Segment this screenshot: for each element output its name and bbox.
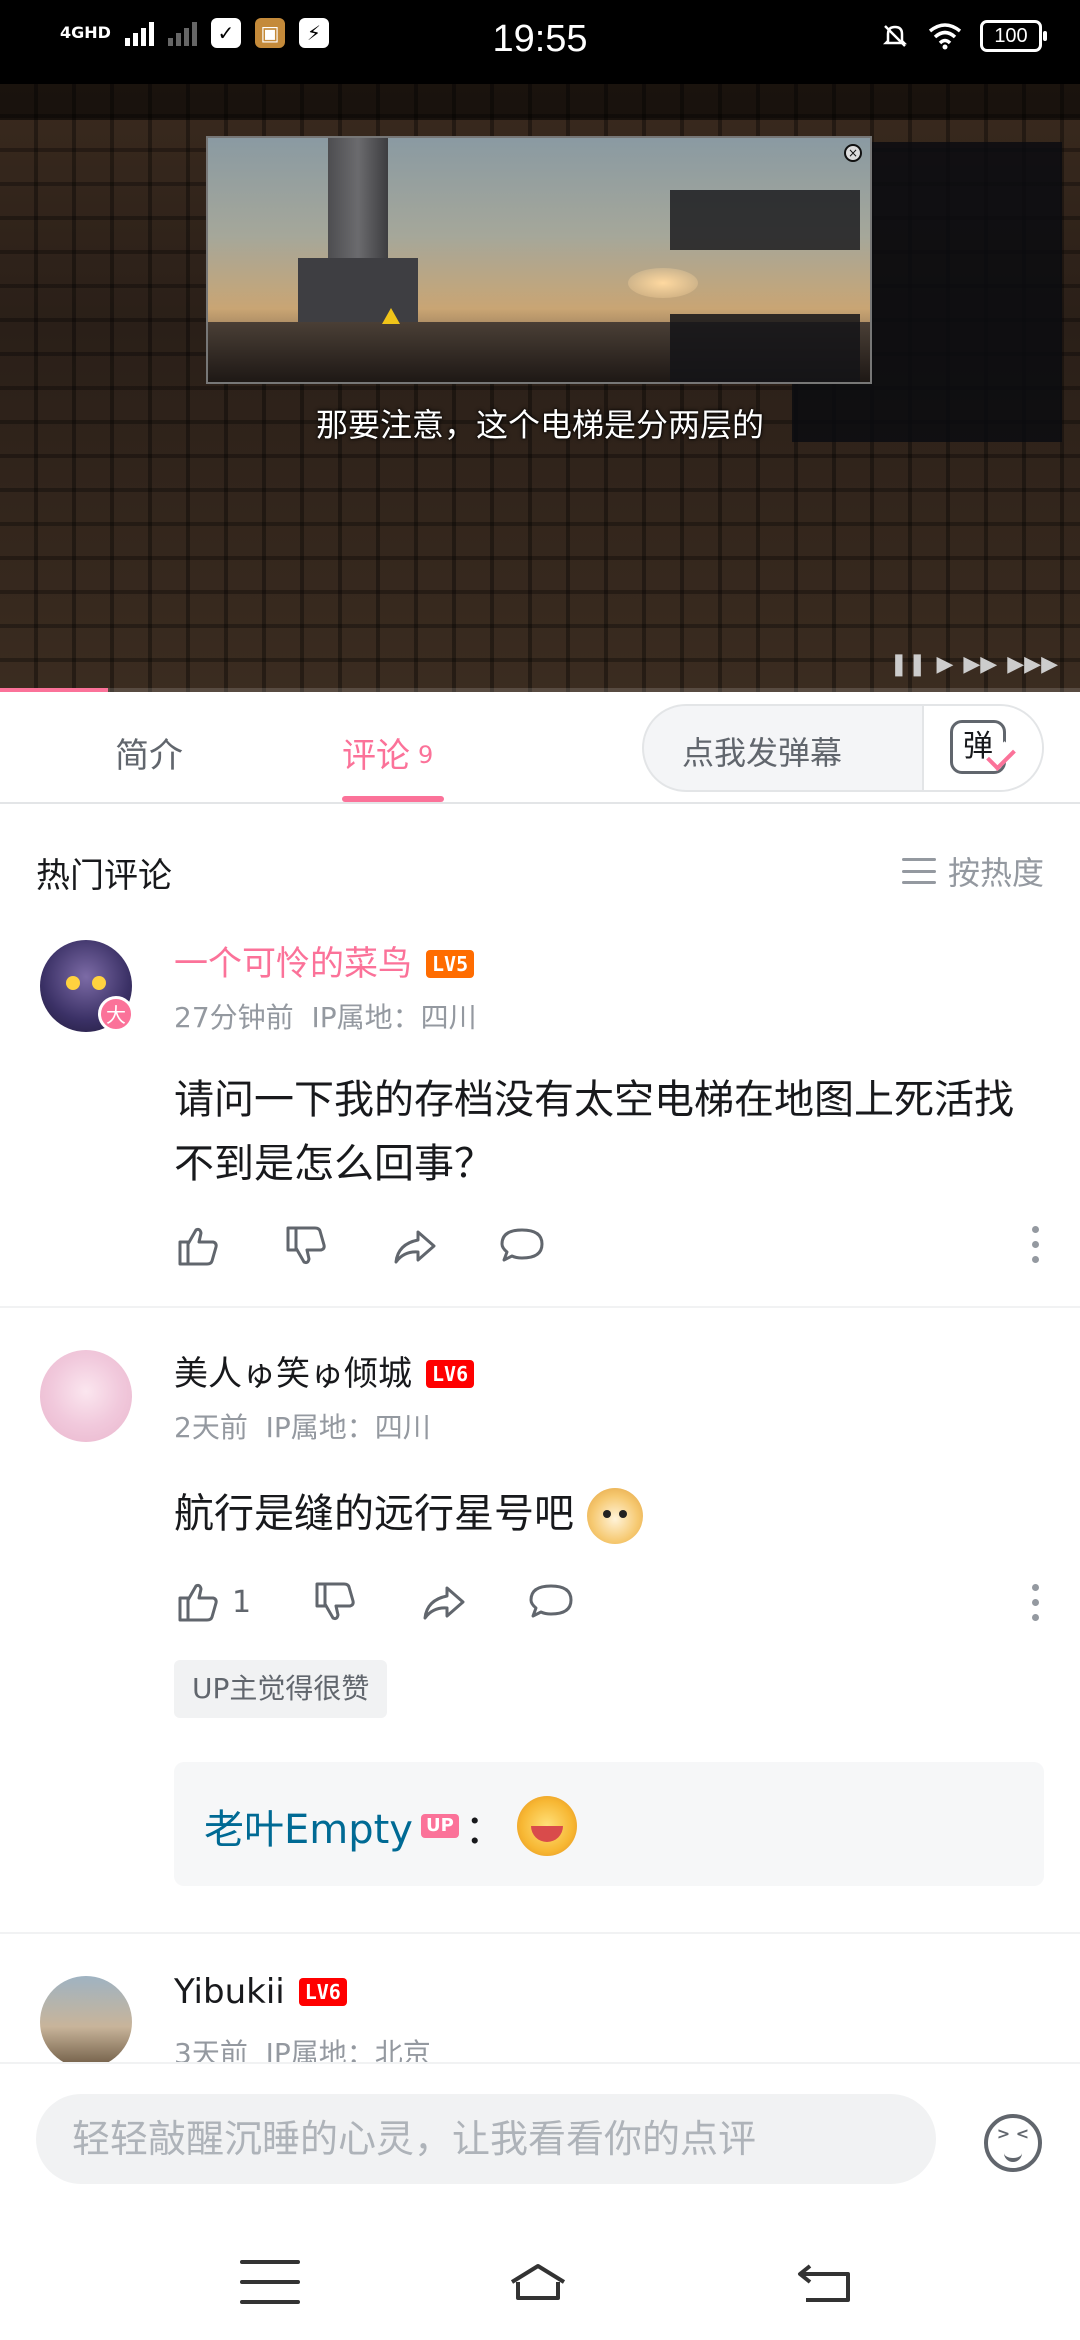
comment-bubble-icon xyxy=(500,1228,544,1262)
emoji-face-icon[interactable] xyxy=(984,2114,1042,2172)
comment-time: 3天前 xyxy=(174,2037,248,2062)
divider xyxy=(0,1932,1080,1934)
reply-username[interactable]: 老叶Empty xyxy=(204,1797,413,1855)
video-subtitle: 那要注意，这个电梯是分两层的 xyxy=(315,406,764,444)
comment-bubble-icon xyxy=(529,1584,573,1618)
sort-label: 按热度 xyxy=(947,854,1044,892)
more-options-icon[interactable] xyxy=(1032,1226,1040,1263)
thumbs-up-icon xyxy=(178,1227,218,1266)
comment-actions: 1 xyxy=(174,1578,635,1626)
level-badge: LV5 xyxy=(426,950,475,978)
level-badge: LV6 xyxy=(298,1978,347,2006)
comment-meta: 2天前 IP属地：四川 xyxy=(174,1406,431,1446)
sort-button[interactable]: 按热度 xyxy=(901,848,1044,894)
comment-username[interactable]: 一个可怜的菜鸟 LV5 xyxy=(174,936,475,985)
up-badge: UP xyxy=(420,1814,459,1838)
wifi-icon xyxy=(928,23,962,50)
comment-text-body: 航行是缝的远行星号吧 xyxy=(174,1491,574,1537)
tab-comments-label: 评论 xyxy=(342,736,410,776)
sunset-glow xyxy=(628,268,698,298)
video-player[interactable]: × 那要注意，这个电梯是分两层的 ❚❚ ▶ ▶▶ ▶▶▶ xyxy=(0,84,1080,692)
reply-preview[interactable]: 老叶Empty UP ： xyxy=(174,1762,1044,1886)
username-text: Yibukii xyxy=(174,1972,285,2012)
status-bar: 4GHD ✓ ▣ ⚡ 19:55 100 xyxy=(0,0,1080,84)
tab-intro[interactable]: 简介 xyxy=(115,728,183,777)
comment-time: 27分钟前 xyxy=(174,1001,294,1034)
comment-meta: 27分钟前 IP属地：四川 xyxy=(174,996,477,1036)
comment-item: Yibukii LV6 3天前 IP属地：北京 xyxy=(0,1972,1080,2062)
avatar[interactable] xyxy=(40,1976,132,2062)
share-button[interactable] xyxy=(390,1222,438,1270)
reply-colon: ： xyxy=(464,1807,505,1853)
tab-comments[interactable]: 评论 9 xyxy=(342,728,433,777)
back-icon[interactable] xyxy=(796,2260,856,2304)
comment-input[interactable] xyxy=(36,2094,936,2184)
comment-input-bar xyxy=(0,2062,1080,2222)
comment-username[interactable]: Yibukii LV6 xyxy=(174,1972,347,2012)
member-badge: 大 xyxy=(98,996,134,1032)
game-hud-bar xyxy=(0,84,1080,120)
battery-indicator: 100 xyxy=(980,20,1047,52)
like-count: 1 xyxy=(232,1584,252,1620)
comment-item: 大 一个可怜的菜鸟 LV5 27分钟前 IP属地：四川 请问一下我的存档没有太空电… xyxy=(0,936,1080,1306)
system-nav-bar xyxy=(0,2222,1080,2340)
tab-bar: 简介 评论 9 点我发弹幕 弹 xyxy=(0,692,1080,804)
comment-actions xyxy=(174,1222,606,1270)
share-icon xyxy=(394,1230,436,1264)
comment-meta: 3天前 IP属地：北京 xyxy=(174,2032,431,2062)
popup-materials-panel xyxy=(670,314,860,382)
more-options-icon[interactable] xyxy=(1032,1584,1040,1621)
username-text: 美人ゅ笑ゅ倾城 xyxy=(174,1354,412,1394)
status-right: 100 xyxy=(880,20,1047,52)
comment-ip: IP属地：四川 xyxy=(265,1411,431,1444)
dislike-button[interactable] xyxy=(282,1222,330,1270)
mute-notification-icon xyxy=(882,25,908,47)
comment-text: 航行是缝的远行星号吧 xyxy=(174,1482,1044,1546)
divider xyxy=(0,1306,1080,1308)
avatar[interactable] xyxy=(40,1350,132,1442)
close-icon: × xyxy=(844,144,862,162)
home-icon[interactable] xyxy=(508,2260,568,2304)
popup-info-panel xyxy=(670,190,860,250)
game-speed-controls: ❚❚ ▶ ▶▶ ▶▶▶ xyxy=(890,652,1058,677)
level-badge: LV6 xyxy=(426,1360,475,1388)
warning-icon xyxy=(382,308,400,324)
hot-comments-title: 热门评论 xyxy=(36,856,172,896)
menu-icon[interactable] xyxy=(240,2260,300,2304)
comment-text: 请问一下我的存档没有太空电梯在地图上死活找不到是怎么回事？ xyxy=(174,1077,1014,1187)
danmaku-input[interactable]: 点我发弹幕 弹 xyxy=(642,704,1044,792)
comment-time: 2天前 xyxy=(174,1411,248,1444)
like-button[interactable] xyxy=(174,1222,222,1270)
active-tab-indicator xyxy=(342,796,444,802)
up-liked-tag: UP主觉得很赞 xyxy=(174,1660,388,1718)
username-text: 一个可怜的菜鸟 xyxy=(174,944,412,984)
doge-emoji-icon xyxy=(586,1488,643,1544)
thumbs-down-icon xyxy=(286,1226,326,1265)
sort-icon xyxy=(901,858,936,884)
danmaku-toggle-button[interactable]: 弹 xyxy=(922,706,1042,790)
comment-ip: IP属地：四川 xyxy=(311,1001,477,1034)
play-icon: ▶ xyxy=(936,652,954,677)
share-icon xyxy=(423,1586,465,1620)
tab-comments-count: 9 xyxy=(418,741,434,769)
game-popup-window: × xyxy=(206,136,872,384)
like-button[interactable]: 1 xyxy=(174,1578,251,1626)
fast-forward-icon: ▶▶ xyxy=(963,652,998,677)
reply-button[interactable] xyxy=(498,1222,546,1270)
pause-icon: ❚❚ xyxy=(889,652,927,677)
danmaku-placeholder: 点我发弹幕 xyxy=(682,734,843,772)
thumbs-up-icon xyxy=(178,1583,218,1622)
comment-username[interactable]: 美人ゅ笑ゅ倾城 LV6 xyxy=(174,1346,475,1395)
reply-line: 老叶Empty UP ： xyxy=(204,1796,577,1856)
comment-item: 美人ゅ笑ゅ倾城 LV6 2天前 IP属地：四川 航行是缝的远行星号吧 1 UP主觉… xyxy=(0,1346,1080,1906)
thumbs-down-icon xyxy=(315,1582,355,1621)
share-button[interactable] xyxy=(419,1578,467,1626)
comment-ip: IP属地：北京 xyxy=(265,2037,431,2062)
reply-button[interactable] xyxy=(527,1578,575,1626)
laughing-emoji-icon xyxy=(516,1796,577,1856)
dislike-button[interactable] xyxy=(311,1578,359,1626)
fastest-forward-icon: ▶▶▶ xyxy=(1007,652,1058,677)
